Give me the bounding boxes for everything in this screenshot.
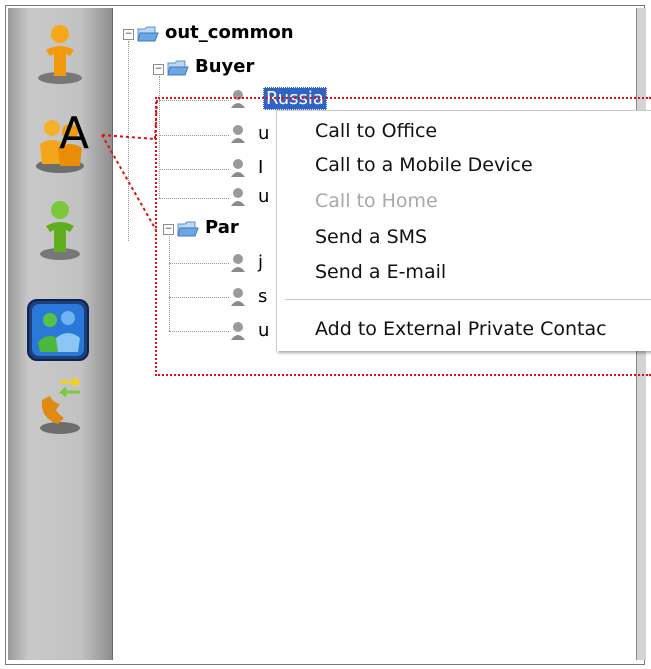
- sidebar-button-call-transfer[interactable]: [30, 370, 90, 434]
- sidebar-button-person-green[interactable]: [30, 196, 90, 260]
- menu-item-add-external-contact[interactable]: Add to External Private Contac: [315, 318, 607, 340]
- tree-root-label[interactable]: out_common: [165, 22, 294, 43]
- orange-person-icon: [38, 25, 82, 84]
- buyer-collapse-toggle[interactable]: −: [153, 64, 164, 75]
- menu-item-call-office[interactable]: Call to Office: [315, 120, 437, 142]
- menu-item-call-mobile[interactable]: Call to a Mobile Device: [315, 154, 533, 176]
- sidebar: [8, 8, 113, 660]
- sidebar-button-external[interactable]: [26, 298, 90, 362]
- menu-item-send-sms[interactable]: Send a SMS: [315, 226, 427, 248]
- menu-separator: [285, 299, 651, 300]
- tree-group-label[interactable]: Buyer: [195, 56, 254, 77]
- annotation-leader-lines: [101, 98, 158, 231]
- menu-item-send-email[interactable]: Send a E-mail: [315, 261, 446, 283]
- root-collapse-toggle[interactable]: −: [123, 29, 134, 40]
- external-contacts-icon: [27, 299, 89, 361]
- folder-open-icon: [137, 26, 159, 42]
- folder-open-icon: [167, 60, 189, 76]
- annotation-label: A: [59, 108, 90, 159]
- menu-item-call-home[interactable]: Call to Home: [315, 190, 438, 212]
- sidebar-button-person[interactable]: [30, 20, 90, 84]
- call-transfer-icon: [40, 376, 82, 434]
- green-person-icon: [40, 201, 80, 260]
- context-menu: Call to Office Call to a Mobile Device C…: [276, 110, 651, 351]
